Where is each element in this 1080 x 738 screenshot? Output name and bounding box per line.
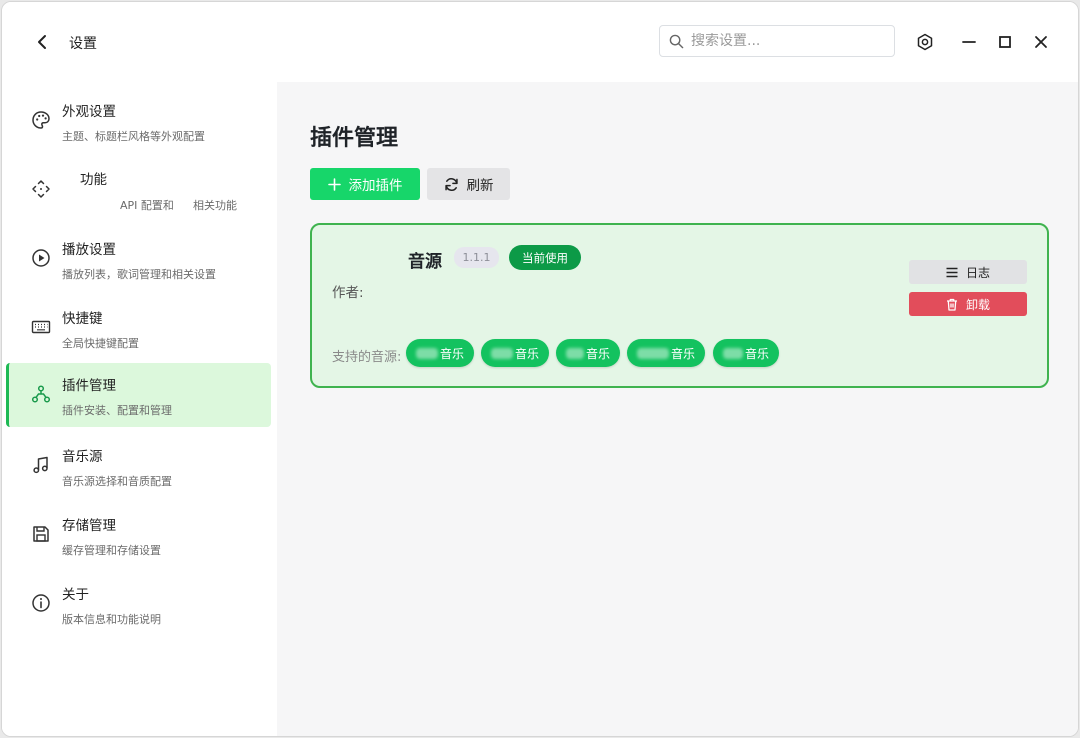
search-box[interactable] bbox=[659, 25, 895, 57]
status-badge: 当前使用 bbox=[509, 245, 581, 270]
uninstall-label: 卸载 bbox=[965, 297, 990, 312]
settings-button[interactable] bbox=[913, 30, 937, 54]
page-title: 插件管理 bbox=[310, 126, 399, 151]
info-icon bbox=[30, 592, 52, 614]
close-button[interactable] bbox=[1029, 30, 1053, 54]
sidebar-item-desc: 主题、标题栏风格等外观配置 bbox=[62, 130, 205, 143]
sidebar-item-desc: 全局快捷键配置 bbox=[62, 337, 139, 350]
main-content: 插件管理 添加插件 刷新 音源 1.1.1 当前使用 作者: 日志 卸载 支持的… bbox=[277, 82, 1078, 736]
plugin-card: 音源 1.1.1 当前使用 作者: 日志 卸载 支持的音源: 音乐 音乐 音乐 … bbox=[310, 223, 1049, 388]
sidebar-item-playback[interactable]: 播放设置 播放列表，歌词管理和相关设置 bbox=[6, 227, 271, 291]
source-tag-label: 音乐 bbox=[745, 346, 770, 361]
window-title: 设置 bbox=[69, 36, 97, 52]
settings-window: 设置 外观设置 主题、标题栏风格等外观配置 bbox=[1, 1, 1079, 737]
sidebar-item-label: 音乐源 bbox=[62, 449, 103, 465]
minimize-icon bbox=[962, 41, 976, 43]
sidebar-item-shortcuts[interactable]: 快捷键 全局快捷键配置 bbox=[6, 296, 271, 360]
sidebar-item-desc: 插件安装、配置和管理 bbox=[62, 404, 172, 417]
version-badge: 1.1.1 bbox=[454, 247, 499, 268]
source-tag: 音乐 bbox=[556, 339, 621, 367]
close-icon bbox=[1035, 36, 1047, 48]
sidebar-item-about[interactable]: 关于 版本信息和功能说明 bbox=[6, 572, 271, 636]
play-circle-icon bbox=[30, 247, 52, 269]
plugin-network-icon bbox=[30, 383, 52, 405]
sidebar-item-label: 快捷键 bbox=[62, 311, 103, 327]
refresh-button[interactable]: 刷新 bbox=[427, 168, 510, 200]
sidebar-item-label: 存储管理 bbox=[62, 518, 116, 534]
sidebar-item-desc: 播放列表，歌词管理和相关设置 bbox=[62, 268, 216, 281]
maximize-icon bbox=[999, 36, 1011, 48]
sidebar-item-label: 关于 bbox=[62, 587, 89, 603]
music-note-icon bbox=[30, 454, 52, 476]
log-button[interactable]: 日志 bbox=[909, 260, 1027, 284]
sidebar-item-storage[interactable]: 存储管理 缓存管理和存储设置 bbox=[6, 503, 271, 567]
plugin-name: 音源 bbox=[408, 252, 442, 272]
plus-icon bbox=[327, 177, 341, 191]
uninstall-button[interactable]: 卸载 bbox=[909, 292, 1027, 316]
trash-icon bbox=[946, 298, 958, 311]
source-tag: 音乐 bbox=[406, 339, 475, 367]
sidebar-item-plugins[interactable]: 插件管理 插件安装、配置和管理 bbox=[6, 363, 271, 427]
sidebar-item-desc: 相关功能 bbox=[193, 199, 237, 212]
source-tag: 音乐 bbox=[713, 339, 780, 367]
gear-icon bbox=[917, 33, 933, 51]
keyboard-icon bbox=[30, 316, 52, 338]
source-tag: 音乐 bbox=[481, 339, 550, 367]
sidebar-item-label: 播放设置 bbox=[62, 242, 116, 258]
search-input[interactable] bbox=[691, 33, 881, 49]
sidebar: 外观设置 主题、标题栏风格等外观配置 功能 API 配置和 相关功能 播放设置 … bbox=[2, 82, 277, 736]
sidebar-item-appearance[interactable]: 外观设置 主题、标题栏风格等外观配置 bbox=[6, 89, 271, 153]
palette-icon bbox=[30, 109, 52, 131]
title-bar: 设置 bbox=[2, 2, 1078, 82]
source-tag-label: 音乐 bbox=[671, 346, 696, 361]
chevron-left-icon bbox=[38, 35, 46, 49]
sidebar-item-desc: 音乐源选择和音质配置 bbox=[62, 475, 172, 488]
add-plugin-button[interactable]: 添加插件 bbox=[310, 168, 420, 200]
sidebar-item-label: 外观设置 bbox=[62, 104, 116, 120]
refresh-label: 刷新 bbox=[466, 178, 494, 194]
author-label: 作者: bbox=[332, 285, 364, 301]
search-icon bbox=[669, 34, 684, 48]
supported-sources-label: 支持的音源: bbox=[332, 350, 402, 365]
minimize-button[interactable] bbox=[957, 30, 981, 54]
source-tag-label: 音乐 bbox=[586, 346, 611, 361]
sidebar-item-features[interactable]: 功能 API 配置和 相关功能 bbox=[6, 158, 271, 222]
sidebar-item-label: 功能 bbox=[80, 172, 107, 188]
source-tag-label: 音乐 bbox=[515, 346, 540, 361]
sidebar-item-desc: API 配置和 bbox=[120, 199, 174, 212]
save-disk-icon bbox=[30, 523, 52, 545]
source-tag: 音乐 bbox=[627, 339, 706, 367]
sidebar-item-label: 插件管理 bbox=[62, 378, 116, 394]
source-tag-label: 音乐 bbox=[440, 346, 465, 361]
sidebar-item-music-source[interactable]: 音乐源 音乐源选择和音质配置 bbox=[6, 434, 271, 498]
refresh-icon bbox=[444, 177, 459, 192]
maximize-button[interactable] bbox=[993, 30, 1017, 54]
sidebar-item-desc: 版本信息和功能说明 bbox=[62, 613, 161, 626]
sidebar-item-desc: 缓存管理和存储设置 bbox=[62, 544, 161, 557]
move-dashed-icon bbox=[30, 178, 52, 200]
back-button[interactable] bbox=[30, 30, 54, 54]
log-label: 日志 bbox=[965, 265, 990, 280]
menu-lines-icon bbox=[946, 267, 958, 278]
add-plugin-label: 添加插件 bbox=[348, 178, 403, 194]
